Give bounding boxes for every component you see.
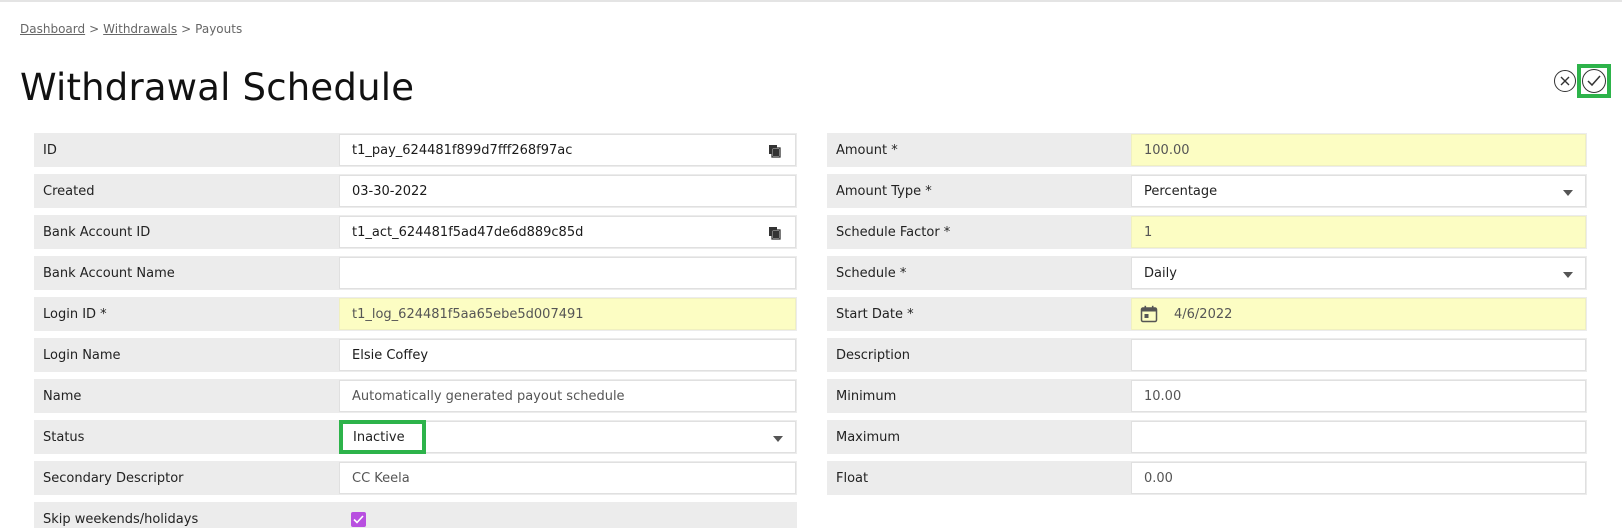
login-name-label: Login Name [43, 347, 121, 363]
form-row-amount: Amount * 100.00 [827, 133, 1587, 167]
schedule-factor-value: 1 [1144, 224, 1153, 240]
top-divider [0, 0, 1622, 2]
bank-account-id-label: Bank Account ID [43, 224, 151, 240]
secondary-descriptor-value: CC Keela [352, 470, 410, 486]
secondary-descriptor-label: Secondary Descriptor [43, 470, 184, 486]
float-value: 0.00 [1144, 470, 1173, 486]
schedule-factor-label: Schedule Factor * [836, 224, 951, 240]
amount-type-select[interactable]: Percentage [1131, 175, 1586, 207]
breadcrumb: Dashboard > Withdrawals > Payouts [20, 22, 242, 36]
schedule-value: Daily [1144, 265, 1177, 281]
breadcrumb-withdrawals[interactable]: Withdrawals [103, 22, 177, 36]
form-row-login-id: Login ID * t1_log_624481f5aa65ebe5d00749… [34, 297, 797, 331]
amount-label: Amount * [836, 142, 898, 158]
chevron-down-icon[interactable] [1563, 272, 1573, 278]
save-button[interactable] [1577, 64, 1611, 98]
created-value: 03-30-2022 [352, 183, 428, 199]
amount-input[interactable]: 100.00 [1131, 134, 1586, 166]
created-field: 03-30-2022 [339, 175, 796, 207]
page-title: Withdrawal Schedule [20, 66, 415, 109]
amount-type-value: Percentage [1144, 183, 1218, 199]
login-id-value: t1_log_624481f5aa65ebe5d007491 [352, 306, 584, 322]
login-name-value: Elsie Coffey [352, 347, 429, 363]
start-date-label: Start Date * [836, 306, 914, 322]
amount-type-label: Amount Type * [836, 183, 932, 199]
skip-weekends-label: Skip weekends/holidays [43, 511, 199, 527]
cancel-button[interactable] [1554, 70, 1576, 92]
name-value: Automatically generated payout schedule [352, 388, 625, 404]
status-value: Inactive [353, 429, 405, 445]
chevron-down-icon[interactable] [1563, 190, 1573, 196]
form-row-secondary-descriptor: Secondary Descriptor CC Keela [34, 461, 797, 495]
schedule-select[interactable]: Daily [1131, 257, 1586, 289]
form-row-bank-account-name: Bank Account Name [34, 256, 797, 290]
breadcrumb-separator: > [89, 22, 100, 36]
form-row-maximum: Maximum [827, 420, 1587, 454]
form-row-float: Float 0.00 [827, 461, 1587, 495]
schedule-label: Schedule * [836, 265, 907, 281]
close-icon [1560, 76, 1570, 86]
maximum-input[interactable] [1131, 421, 1586, 453]
skip-weekends-checkbox[interactable] [351, 511, 366, 527]
right-form-column: Amount * 100.00 Amount Type * Percentage… [827, 133, 1587, 502]
calendar-icon[interactable] [1140, 305, 1158, 323]
check-icon [1587, 75, 1601, 87]
form-row-status: Status Inactive [34, 420, 797, 454]
chevron-down-icon[interactable] [773, 436, 783, 442]
bank-account-name-field [339, 257, 796, 289]
name-input[interactable]: Automatically generated payout schedule [339, 380, 796, 412]
form-row-name: Name Automatically generated payout sche… [34, 379, 797, 413]
form-row-schedule-factor: Schedule Factor * 1 [827, 215, 1587, 249]
breadcrumb-payouts: Payouts [195, 22, 243, 36]
start-date-value: 4/6/2022 [1174, 306, 1233, 322]
login-id-input[interactable]: t1_log_624481f5aa65ebe5d007491 [339, 298, 796, 330]
name-label: Name [43, 388, 82, 404]
form-row-description: Description [827, 338, 1587, 372]
login-name-field: Elsie Coffey [339, 339, 796, 371]
form-row-bank-account-id: Bank Account ID t1_act_624481f5ad47de6d8… [34, 215, 797, 249]
description-label: Description [836, 347, 911, 363]
form-row-skip-weekends: Skip weekends/holidays [34, 502, 797, 528]
created-label: Created [43, 183, 95, 199]
copy-icon[interactable] [769, 227, 781, 240]
status-highlight: Inactive [339, 420, 426, 454]
form-row-amount-type: Amount Type * Percentage [827, 174, 1587, 208]
form-row-created: Created 03-30-2022 [34, 174, 797, 208]
form-row-schedule: Schedule * Daily [827, 256, 1587, 290]
start-date-input[interactable]: 4/6/2022 [1131, 298, 1586, 330]
breadcrumb-separator: > [181, 22, 192, 36]
status-select[interactable]: Inactive [339, 420, 796, 454]
left-form-column: ID t1_pay_624481f899d7fff268f97ac Create… [34, 133, 797, 528]
form-row-start-date: Start Date * 4/6/2022 [827, 297, 1587, 331]
id-field: t1_pay_624481f899d7fff268f97ac [339, 134, 796, 166]
bank-account-id-value: t1_act_624481f5ad47de6d889c85d [352, 224, 584, 240]
schedule-factor-input[interactable]: 1 [1131, 216, 1586, 248]
copy-icon[interactable] [769, 145, 781, 158]
status-label: Status [43, 429, 85, 445]
amount-value: 100.00 [1144, 142, 1190, 158]
minimum-label: Minimum [836, 388, 897, 404]
maximum-label: Maximum [836, 429, 901, 445]
id-value: t1_pay_624481f899d7fff268f97ac [352, 142, 573, 158]
check-circle [1582, 69, 1606, 93]
description-input[interactable] [1131, 339, 1586, 371]
form-row-minimum: Minimum 10.00 [827, 379, 1587, 413]
form-row-id: ID t1_pay_624481f899d7fff268f97ac [34, 133, 797, 167]
form-row-login-name: Login Name Elsie Coffey [34, 338, 797, 372]
float-label: Float [836, 470, 869, 486]
float-input[interactable]: 0.00 [1131, 462, 1586, 494]
checkmark-icon [353, 514, 364, 524]
id-label: ID [43, 142, 57, 158]
minimum-input[interactable]: 10.00 [1131, 380, 1586, 412]
skip-weekends-field [339, 503, 796, 528]
minimum-value: 10.00 [1144, 388, 1182, 404]
login-id-label: Login ID * [43, 306, 107, 322]
secondary-descriptor-input[interactable]: CC Keela [339, 462, 796, 494]
bank-account-id-field: t1_act_624481f5ad47de6d889c85d [339, 216, 796, 248]
bank-account-name-label: Bank Account Name [43, 265, 175, 281]
breadcrumb-dashboard[interactable]: Dashboard [20, 22, 85, 36]
